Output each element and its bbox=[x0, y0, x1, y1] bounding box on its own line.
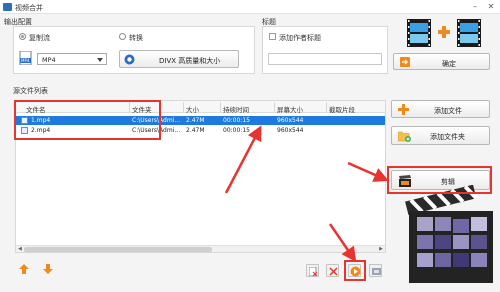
add-author-title-label: 添加作者标题 bbox=[279, 34, 321, 42]
format-select[interactable]: MP4 bbox=[37, 53, 107, 65]
merge-logo-icon bbox=[407, 19, 481, 47]
window-title: 视频合并 bbox=[15, 4, 43, 12]
row-filename: 1.mp4 bbox=[31, 117, 51, 124]
quality-settings-button[interactable]: DIVX 高质量和大小 bbox=[119, 50, 239, 68]
play-icon bbox=[350, 266, 361, 277]
column-header-clip[interactable]: 截取片段 bbox=[329, 104, 355, 114]
clear-list-button[interactable] bbox=[326, 264, 339, 277]
quality-settings-label: DIVX 高质量和大小 bbox=[159, 57, 221, 65]
horizontal-scrollbar[interactable]: ◀ ▶ bbox=[16, 245, 385, 252]
row-size: 2.47M bbox=[186, 117, 205, 124]
film-settings-icon bbox=[372, 268, 381, 275]
add-file-button[interactable]: 添加文件 bbox=[391, 100, 490, 118]
row-folder: C:\Users\Admi... bbox=[132, 117, 181, 124]
row-screen-size: 960x544 bbox=[277, 117, 304, 124]
convert-radio[interactable] bbox=[119, 33, 126, 40]
scroll-left-icon[interactable]: ◀ bbox=[18, 246, 22, 252]
copy-stream-radio[interactable] bbox=[19, 33, 26, 40]
file-table-header: 文件名 文件夹 大小 持续时间 屏幕大小 截取片段 bbox=[16, 101, 385, 114]
column-separator bbox=[129, 102, 130, 112]
column-separator bbox=[326, 102, 327, 112]
convert-label: 转换 bbox=[129, 34, 143, 42]
copy-stream-label: 复制流 bbox=[29, 34, 50, 42]
title-bar: 视频合并 – ✕ bbox=[0, 0, 500, 14]
video-file-icon bbox=[21, 117, 28, 124]
column-header-name[interactable]: 文件名 bbox=[26, 104, 46, 114]
row-duration: 00:00:15 bbox=[223, 117, 250, 124]
settings-button[interactable] bbox=[369, 264, 382, 277]
move-down-icon[interactable] bbox=[43, 264, 53, 274]
column-header-duration[interactable]: 持续时间 bbox=[223, 104, 249, 114]
remove-file-button[interactable] bbox=[306, 264, 319, 277]
column-header-folder[interactable]: 文件夹 bbox=[132, 104, 152, 114]
mp4-format-icon: MP4 bbox=[19, 51, 32, 65]
row-duration: 00:00:15 bbox=[223, 127, 250, 134]
clapperboard-illustration-icon bbox=[405, 185, 493, 283]
app-icon bbox=[3, 3, 12, 11]
scrollbar-thumb[interactable] bbox=[24, 247, 212, 252]
move-up-icon[interactable] bbox=[19, 264, 29, 274]
add-folder-button[interactable]: 添加文件夹 bbox=[391, 126, 490, 145]
column-separator bbox=[274, 102, 275, 112]
table-row[interactable]: 1.mp4 C:\Users\Admi... 2.47M 00:00:15 96… bbox=[16, 116, 385, 125]
column-header-size[interactable]: 大小 bbox=[186, 104, 199, 114]
plus-icon bbox=[398, 104, 409, 115]
row-size: 2.47M bbox=[186, 127, 205, 134]
row-filename: 2.mp4 bbox=[31, 127, 51, 134]
video-file-icon bbox=[21, 127, 28, 134]
video-merge-window: 视频合并 – ✕ 输出配置 复制流 转换 MP4 MP4 DIVX 高质量和大小… bbox=[0, 0, 500, 292]
column-separator bbox=[183, 102, 184, 112]
row-screen-size: 960x544 bbox=[277, 127, 304, 134]
add-file-label: 添加文件 bbox=[434, 107, 462, 115]
close-icon[interactable]: ✕ bbox=[486, 2, 496, 12]
confirm-label: 确定 bbox=[442, 60, 456, 68]
title-input[interactable] bbox=[268, 53, 382, 65]
add-folder-label: 添加文件夹 bbox=[430, 133, 465, 141]
svg-text:MP4: MP4 bbox=[21, 58, 30, 63]
chevron-down-icon bbox=[97, 58, 103, 62]
format-value: MP4 bbox=[42, 56, 56, 64]
add-author-title-checkbox[interactable] bbox=[269, 33, 276, 40]
scroll-right-icon[interactable]: ▶ bbox=[379, 246, 383, 252]
arrow-right-icon bbox=[400, 57, 410, 67]
minimize-icon[interactable]: – bbox=[470, 2, 480, 12]
clear-list-icon bbox=[329, 267, 338, 276]
source-list-title: 源文件列表 bbox=[13, 87, 48, 95]
folder-add-icon bbox=[398, 131, 411, 142]
play-preview-button[interactable] bbox=[348, 264, 361, 277]
remove-file-icon bbox=[309, 267, 318, 276]
row-folder: C:\Users\Admi... bbox=[132, 127, 181, 134]
column-header-screen-size[interactable]: 屏幕大小 bbox=[277, 104, 303, 114]
table-row[interactable]: 2.mp4 C:\Users\Admi... 2.47M 00:00:15 96… bbox=[16, 126, 385, 135]
confirm-button[interactable]: 确定 bbox=[393, 53, 490, 70]
column-separator bbox=[220, 102, 221, 112]
divx-icon bbox=[124, 54, 135, 65]
